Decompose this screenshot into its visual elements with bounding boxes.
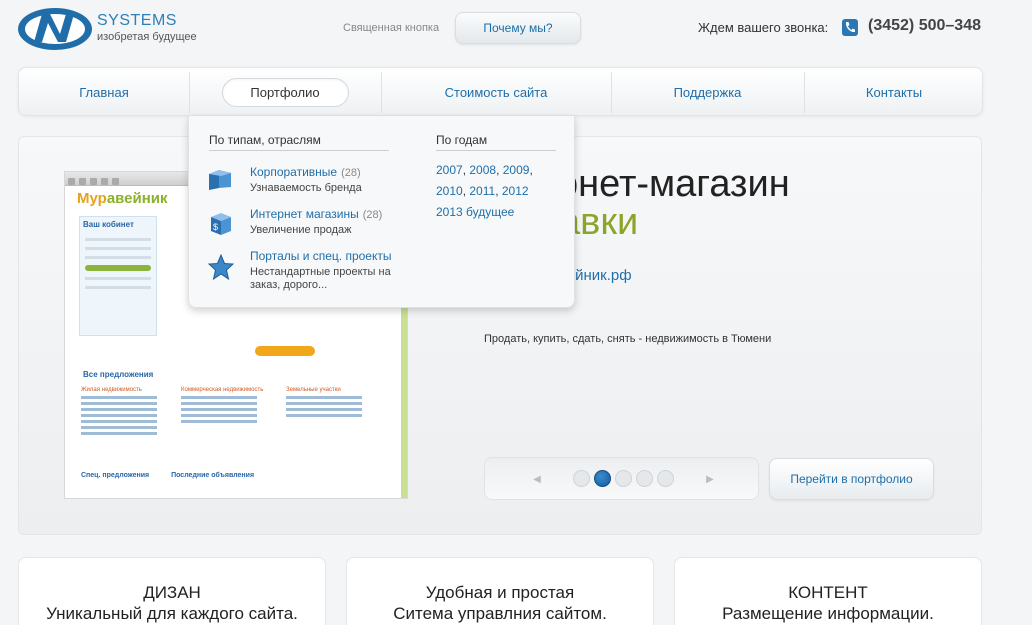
dropdown-item-eshops[interactable]: Интернет магазины (28) (250, 207, 382, 221)
year-link[interactable]: 2009 (503, 163, 530, 177)
nav-item-support[interactable]: Поддержка (611, 68, 804, 117)
call-label: Ждем вашего звонка: (698, 20, 829, 35)
portfolio-dropdown: По типам, отраслям По годам Корпоративны… (188, 116, 575, 308)
card-title: Удобная и простая (425, 583, 575, 602)
card-title: ДИЗАН (143, 583, 201, 602)
dropdown-heading-types: По типам, отраслям (209, 133, 321, 147)
dropdown-item-portals[interactable]: Порталы и спец. проекты (250, 249, 391, 263)
screenshot-heading: Все предложения (83, 370, 154, 379)
feature-card-design: ДИЗАН Уникальный для каждого сайта. (18, 557, 326, 625)
nav-item-portfolio[interactable]: Портфолио (189, 68, 381, 117)
pager-dot[interactable] (573, 470, 590, 487)
dropdown-heading-years: По годам (436, 133, 488, 147)
nav-item-contacts[interactable]: Контакты (804, 68, 984, 117)
slider-pager: ◀ ▶ (484, 457, 759, 500)
nav-item-home[interactable]: Главная (19, 68, 189, 117)
svg-text:$: $ (213, 222, 218, 232)
card-title: КОНТЕНТ (788, 583, 868, 602)
feature-card-content: КОНТЕНТ Размещение информации. (674, 557, 982, 625)
screenshot-logo: Муравейник (77, 190, 168, 207)
year-link[interactable]: 2008 (469, 163, 496, 177)
phone-number[interactable]: (3452) 500–348 (868, 17, 981, 35)
pager-dot[interactable] (657, 470, 674, 487)
dropdown-rule (436, 150, 556, 151)
building-blocks-icon (209, 170, 231, 190)
pager-dot[interactable] (615, 470, 632, 487)
main-nav: Главная Портфолио Стоимость сайта Поддер… (18, 67, 983, 116)
year-link[interactable]: 2010 (436, 184, 463, 198)
go-to-portfolio-button[interactable]: Перейти в портфолио (769, 458, 934, 500)
brand-slogan: изобретая будущее (97, 31, 197, 43)
secret-button-label: Священная кнопка (343, 22, 440, 34)
pager-dot-active[interactable] (594, 470, 611, 487)
dropdown-item-desc: Увеличение продаж (250, 224, 352, 236)
nav-item-pricing[interactable]: Стоимость сайта (381, 68, 611, 117)
dropdown-item-desc: Узнаваемость бренда (250, 182, 362, 194)
feature-card-cms: Удобная и простая Ситема управлния сайто… (346, 557, 654, 625)
dropdown-item-desc: Нестандартные проекты на заказ, дорого..… (250, 266, 391, 291)
pager-dot[interactable] (636, 470, 653, 487)
screenshot-find-button (255, 346, 315, 356)
screenshot-footer: Спец. предложения Последние объявления (81, 472, 255, 479)
star-icon (207, 254, 235, 280)
card-subtitle: Ситема управлния сайтом. (393, 604, 607, 623)
card-subtitle: Уникальный для каждого сайта. (46, 604, 298, 623)
year-link[interactable]: 2012 (502, 184, 529, 198)
dropdown-item-corporate[interactable]: Корпоративные (28) (250, 165, 361, 179)
screenshot-sidebar: Ваш кобинет (79, 216, 157, 336)
year-link[interactable]: 2007 (436, 163, 463, 177)
dropdown-rule (209, 150, 389, 151)
cube-dollar-icon: $ (211, 213, 231, 235)
year-link[interactable]: 2011 (469, 184, 495, 198)
project-title: рнет-магазин (557, 163, 790, 205)
dropdown-years: 2007, 2008, 2009, 2010, 2011, 2012 2013 … (436, 160, 533, 223)
project-description: Продать, купить, сдать, снять - недвижим… (484, 333, 772, 345)
card-subtitle: Размещение информации. (722, 604, 934, 623)
phone-icon (842, 19, 858, 36)
why-us-button[interactable]: Почему мы? (455, 12, 581, 44)
brand-name: SYSTEMS (97, 12, 177, 29)
prev-arrow-icon[interactable]: ◀ (531, 472, 543, 486)
company-logo[interactable] (16, 6, 94, 52)
year-link[interactable]: 2013 будущее (436, 202, 533, 223)
next-arrow-icon[interactable]: ▶ (704, 472, 716, 486)
